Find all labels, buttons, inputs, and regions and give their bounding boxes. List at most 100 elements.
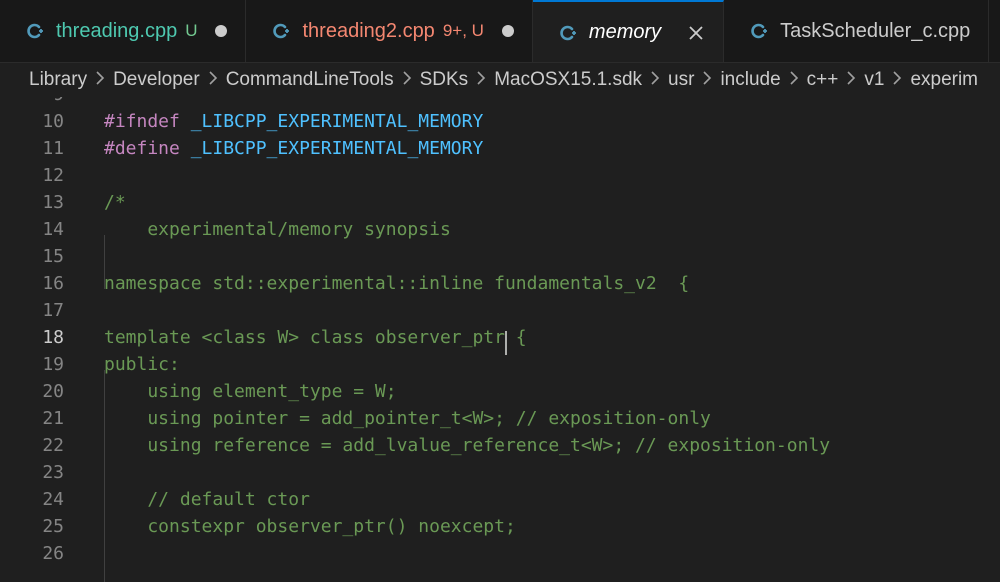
code-editor[interactable]: 26 25 constexpr observer_ptr() noexcept; 2…: [0, 97, 1000, 582]
code-token: experimental/memory synopsis: [104, 219, 451, 240]
code-text: #ifndef _LIBCPP_EXPERIMENTAL_MEMORY: [104, 108, 483, 135]
code-line[interactable]: 12: [0, 162, 1000, 189]
breadcrumb-item[interactable]: SDKs: [420, 69, 469, 91]
close-icon[interactable]: [687, 24, 705, 42]
code-text: using element_type = W;: [104, 378, 397, 405]
code-line[interactable]: 25 constexpr observer_ptr() noexcept;: [0, 513, 1000, 540]
chevron-right-icon: [400, 69, 414, 91]
unsaved-dot-icon[interactable]: [501, 25, 514, 37]
cpp-file-icon: [750, 21, 770, 41]
code-text: experimental/memory synopsis: [104, 216, 451, 243]
code-token: template <class W> class observer_ptr {: [104, 327, 527, 348]
code-line[interactable]: 9: [0, 97, 1000, 108]
tab-bar: threading.cpp U threading2.cpp 9+, U memory T…: [0, 0, 1000, 63]
code-token: /*: [104, 192, 126, 213]
chevron-right-icon: [206, 69, 220, 91]
code-text: public:: [104, 351, 180, 378]
tab-threading-cpp[interactable]: threading.cpp U: [0, 0, 247, 62]
tab-memory[interactable]: memory: [532, 0, 725, 62]
indent-guide: [104, 370, 105, 582]
tab-taskscheduler-c-cpp[interactable]: TaskScheduler_c.cpp: [724, 0, 990, 62]
code-token: _LIBCPP_EXPERIMENTAL_MEMORY: [190, 138, 484, 159]
line-number: 12: [42, 165, 64, 186]
code-text: constexpr observer_ptr() noexcept;: [104, 513, 516, 540]
indent-guide: [104, 235, 105, 289]
line-number: 16: [42, 273, 64, 294]
line-number: 25: [42, 516, 64, 537]
breadcrumb-item[interactable]: Developer: [113, 69, 200, 91]
line-number: 15: [42, 246, 64, 267]
code-line[interactable]: 22 using reference = add_lvalue_referenc…: [0, 432, 1000, 459]
breadcrumb-item[interactable]: MacOSX15.1.sdk: [494, 69, 642, 91]
code-text: template <class W> class observer_ptr {: [104, 324, 527, 351]
code-token: namespace std::experimental::inline fund…: [104, 273, 690, 294]
breadcrumb-item[interactable]: CommandLineTools: [226, 69, 394, 91]
code-line[interactable]: 14 experimental/memory synopsis: [0, 216, 1000, 243]
line-number: 22: [42, 435, 64, 456]
line-number: 10: [42, 111, 64, 132]
tab-label: TaskScheduler_c.cpp: [780, 19, 971, 42]
line-number: 17: [42, 300, 64, 321]
code-token: _LIBCPP_EXPERIMENTAL_MEMORY: [190, 111, 484, 132]
breadcrumb-item[interactable]: usr: [668, 69, 694, 91]
code-line[interactable]: 15: [0, 243, 1000, 270]
chevron-right-icon: [890, 69, 904, 91]
text-cursor: [505, 331, 507, 355]
line-number: 9: [0, 97, 64, 108]
code-token: using pointer = add_pointer_t<W>; // exp…: [104, 408, 711, 429]
line-number: 14: [42, 219, 64, 240]
breadcrumb-item[interactable]: v1: [864, 69, 884, 91]
line-number: 13: [42, 192, 64, 213]
code-line[interactable]: 26: [0, 540, 1000, 567]
code-token: using reference = add_lvalue_reference_t…: [104, 435, 831, 456]
code-text: #define _LIBCPP_EXPERIMENTAL_MEMORY: [104, 135, 483, 162]
tab-threading2-cpp[interactable]: threading2.cpp 9+, U: [246, 0, 533, 62]
code-line[interactable]: 18 template <class W> class observer_ptr …: [0, 324, 1000, 351]
code-line[interactable]: 13 /*: [0, 189, 1000, 216]
line-number: 21: [42, 408, 64, 429]
chevron-right-icon: [474, 69, 488, 91]
breadcrumb-item[interactable]: Library: [29, 69, 87, 91]
line-number: 26: [42, 543, 64, 564]
line-number: 11: [42, 138, 64, 159]
code-line[interactable]: 17: [0, 297, 1000, 324]
line-number: 20: [42, 381, 64, 402]
chevron-right-icon: [93, 69, 107, 91]
breadcrumb-item[interactable]: c++: [807, 69, 839, 91]
chevron-right-icon: [787, 69, 801, 91]
breadcrumb-item[interactable]: include: [720, 69, 780, 91]
chevron-right-icon: [648, 69, 662, 91]
line-number: 23: [42, 462, 64, 483]
tab-status-badge: U: [185, 21, 198, 40]
code-token: using element_type = W;: [104, 381, 397, 402]
code-text: namespace std::experimental::inline fund…: [104, 270, 689, 297]
code-token: #ifndef: [104, 111, 180, 132]
code-line[interactable]: 11 #define _LIBCPP_EXPERIMENTAL_MEMORY: [0, 135, 1000, 162]
code-line[interactable]: 10 #ifndef _LIBCPP_EXPERIMENTAL_MEMORY: [0, 108, 1000, 135]
cpp-file-icon: [559, 23, 579, 43]
tab-label: threading2.cpp: [302, 19, 435, 42]
breadcrumb-item[interactable]: experim: [910, 69, 978, 91]
code-text: using pointer = add_pointer_t<W>; // exp…: [104, 405, 711, 432]
code-token: #define: [104, 138, 180, 159]
code-line[interactable]: 24 // default ctor: [0, 486, 1000, 513]
code-token: // default ctor: [104, 489, 310, 510]
tab-label: memory: [588, 21, 662, 43]
unsaved-dot-icon[interactable]: [215, 25, 228, 37]
code-line[interactable]: 16 namespace std::experimental::inline fu…: [0, 270, 1000, 297]
tab-status-badge: 9+, U: [442, 21, 484, 40]
code-text: using reference = add_lvalue_reference_t…: [104, 432, 830, 459]
code-token: public:: [104, 354, 180, 375]
line-number: 19: [42, 354, 64, 375]
code-line[interactable]: 23: [0, 459, 1000, 486]
code-line[interactable]: 21 using pointer = add_pointer_t<W>; // …: [0, 405, 1000, 432]
code-line[interactable]: 19 public:: [0, 351, 1000, 378]
chevron-right-icon: [844, 69, 858, 91]
breadcrumb: Library Developer CommandLineTools SDKs MacO…: [0, 63, 1000, 97]
chevron-right-icon: [700, 69, 714, 91]
code-line[interactable]: 20 using element_type = W;: [0, 378, 1000, 405]
code-text: /*: [104, 189, 126, 216]
code-token: constexpr observer_ptr() noexcept;: [104, 516, 516, 537]
